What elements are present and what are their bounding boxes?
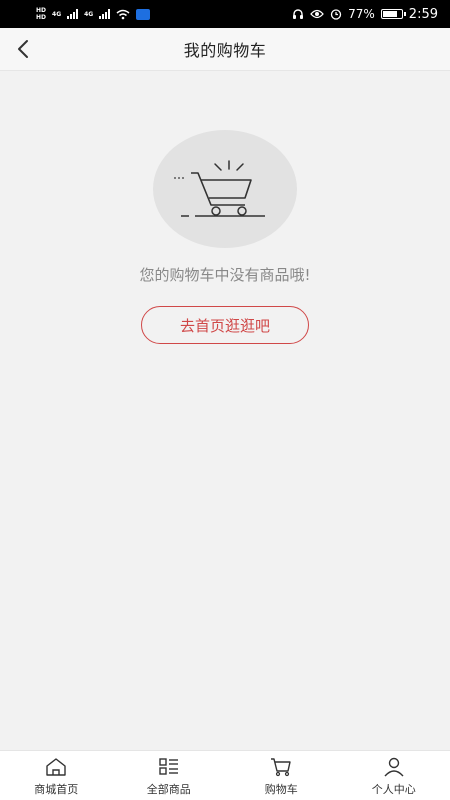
nav-label-all-products: 全部商品 bbox=[146, 782, 191, 796]
back-button[interactable] bbox=[8, 34, 38, 64]
network-type-2: 4G bbox=[84, 10, 94, 18]
cart-illustration-icon bbox=[174, 160, 265, 217]
cart-icon bbox=[269, 755, 293, 779]
signal-icon-2 bbox=[99, 9, 111, 19]
nav-label-cart: 购物车 bbox=[264, 782, 298, 796]
page-header: 我的购物车 bbox=[0, 28, 450, 71]
signal-icon bbox=[67, 9, 79, 19]
nav-label-home: 商城首页 bbox=[34, 782, 79, 796]
network-type-1: 4G bbox=[52, 10, 62, 18]
wifi-icon bbox=[116, 9, 130, 19]
bottom-nav: 商城首页 全部商品 购物车 个人中心 bbox=[0, 750, 450, 800]
headset-icon bbox=[293, 9, 304, 19]
nav-item-home[interactable]: 商城首页 bbox=[0, 751, 113, 800]
status-right: 77% 2:59 bbox=[292, 7, 438, 22]
home-icon bbox=[44, 755, 68, 779]
clock-time: 2:59 bbox=[408, 6, 438, 22]
nav-item-cart[interactable]: 购物车 bbox=[225, 751, 338, 800]
category-icon bbox=[157, 755, 181, 779]
nav-item-profile[interactable]: 个人中心 bbox=[338, 751, 450, 800]
go-home-button[interactable]: 去首页逛逛吧 bbox=[141, 306, 309, 344]
page-title: 我的购物车 bbox=[183, 41, 267, 60]
status-left: HD HD 4G 4G bbox=[36, 7, 151, 21]
empty-cart-message: 您的购物车中没有商品哦! bbox=[139, 266, 311, 284]
nav-item-all-products[interactable]: 全部商品 bbox=[113, 751, 226, 800]
hd-label-top: HD bbox=[36, 7, 47, 14]
hd-indicator: HD HD bbox=[36, 7, 46, 21]
nav-label-profile: 个人中心 bbox=[371, 782, 416, 796]
status-bar: HD HD 4G 4G 77% 2:59 bbox=[0, 0, 450, 28]
chevron-left-icon bbox=[18, 40, 28, 58]
user-icon bbox=[382, 755, 406, 779]
battery-icon bbox=[380, 9, 406, 19]
empty-cart-illustration bbox=[153, 130, 297, 248]
app-notification-icon bbox=[136, 8, 151, 20]
hd-label-bottom: HD bbox=[36, 14, 47, 21]
eye-icon bbox=[310, 9, 324, 19]
alarm-icon bbox=[330, 9, 342, 20]
battery-percent: 77% bbox=[348, 7, 375, 21]
